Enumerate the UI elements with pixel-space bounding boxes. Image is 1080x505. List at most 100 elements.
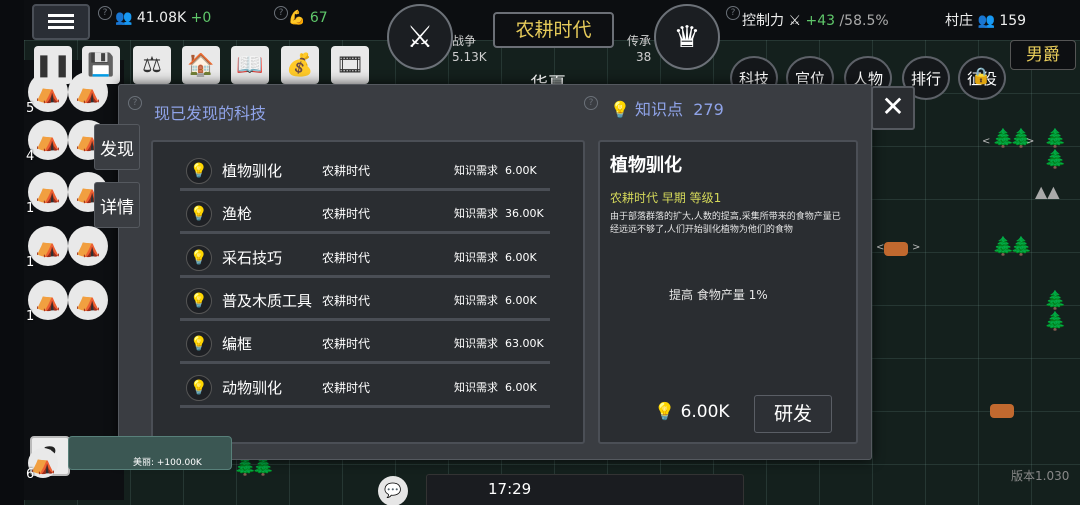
tech-requirement: 知识需求 6.00K bbox=[454, 294, 537, 307]
tent-tile[interactable]: ⛺ bbox=[68, 226, 108, 266]
mountain-icon[interactable]: ▲▲ bbox=[1035, 182, 1060, 201]
war-icon[interactable]: ⚔ bbox=[387, 4, 453, 70]
tech-row[interactable]: 💡 植物驯化 农耕时代 知识需求 6.00K bbox=[180, 150, 550, 191]
strength-icon: 💪 bbox=[288, 10, 306, 26]
detail-subtitle: 农耕时代 早期 等级1 bbox=[610, 191, 722, 205]
divider bbox=[180, 361, 550, 364]
tent-tile[interactable]: ⛺ 1 bbox=[26, 172, 68, 216]
tech-row[interactable]: 💡 普及木质工具 农耕时代 知识需求 6.00K bbox=[180, 280, 550, 321]
forest-icon[interactable]: 🌲🌲 bbox=[1044, 290, 1080, 332]
book-icon[interactable]: 📖 bbox=[231, 46, 269, 84]
panel-title: 现已发现的科技 bbox=[154, 104, 267, 123]
tech-name: 植物驯化 bbox=[222, 162, 283, 180]
help-icon[interactable]: ? bbox=[98, 6, 112, 20]
cattle-icon[interactable] bbox=[990, 404, 1014, 418]
inherit-value: 38 bbox=[636, 50, 652, 64]
tech-name: 动物驯化 bbox=[222, 379, 283, 397]
tech-row[interactable]: 💡 采石技巧 农耕时代 知识需求 6.00K bbox=[180, 237, 550, 278]
divider bbox=[180, 188, 550, 191]
scales-icon[interactable]: ⚖ bbox=[133, 46, 171, 84]
bulb-icon: 💡 bbox=[186, 245, 212, 271]
swords-icon: ⚔ bbox=[788, 13, 802, 29]
era-title: 农耕时代 bbox=[493, 12, 614, 48]
film-icon[interactable]: 🎞 bbox=[331, 46, 369, 84]
help-icon[interactable]: ? bbox=[128, 96, 142, 110]
cattle-icon[interactable] bbox=[884, 242, 908, 256]
tech-name: 渔枪 bbox=[222, 205, 253, 223]
tent-tile[interactable]: ⛺ bbox=[68, 280, 108, 320]
strength-stat: 💪 67 bbox=[288, 10, 328, 26]
war-value: 5.13K bbox=[452, 50, 487, 64]
help-icon[interactable]: ? bbox=[726, 6, 740, 20]
tech-row[interactable]: 💡 动物驯化 农耕时代 知识需求 6.00K bbox=[180, 367, 550, 408]
divider bbox=[180, 318, 550, 321]
knowledge-points: 💡 知识点 279 bbox=[610, 100, 724, 119]
rank-badge: 男爵 bbox=[1010, 40, 1076, 70]
detail-effect: 提高 食物产量 1% bbox=[669, 288, 768, 302]
bulb-icon: 💡 bbox=[186, 201, 212, 227]
population-delta: +0 bbox=[190, 10, 212, 26]
forest-icon[interactable]: 🌲🌲 bbox=[992, 236, 1033, 257]
money-bag-icon[interactable]: 💰 bbox=[281, 46, 319, 84]
close-icon: ✕ bbox=[881, 90, 905, 123]
chevron-right-icon: > bbox=[912, 242, 921, 253]
tech-name: 普及木质工具 bbox=[222, 292, 313, 310]
divider bbox=[180, 405, 550, 408]
village-stat: 村庄 👥 159 bbox=[945, 10, 1026, 30]
chat-icon[interactable]: 💬 bbox=[378, 476, 408, 505]
tech-row[interactable]: 💡 编框 农耕时代 知识需求 63.00K bbox=[180, 323, 550, 364]
notification-bar[interactable]: 美丽: +100.00K bbox=[68, 436, 232, 470]
tent-tile[interactable]: ⛺ 1 bbox=[26, 226, 68, 270]
control-delta: +43 bbox=[805, 13, 836, 29]
bulb-icon: 💡 bbox=[186, 158, 212, 184]
save-icon[interactable]: 💾 bbox=[82, 46, 120, 84]
village-label: 村庄 bbox=[945, 13, 973, 29]
control-percent: /58.5% bbox=[839, 13, 889, 29]
forest-icon[interactable]: 🌲🌲 bbox=[992, 128, 1033, 149]
chevron-left-icon: < bbox=[876, 242, 885, 253]
tent-tile[interactable]: ⛺ 4 bbox=[26, 120, 68, 164]
population-value: 41.08K bbox=[136, 10, 187, 26]
tech-name: 编框 bbox=[222, 335, 253, 353]
chevron-left-icon: < bbox=[982, 136, 991, 147]
menu-button[interactable] bbox=[32, 4, 90, 40]
pause-button[interactable]: ❚❚ bbox=[34, 46, 72, 84]
bulb-icon: 💡 bbox=[186, 331, 212, 357]
research-button[interactable]: 研发 bbox=[754, 395, 832, 433]
people-icon: 👥 bbox=[977, 13, 995, 29]
help-icon[interactable]: ? bbox=[274, 6, 288, 20]
detail-description: 由于部落群落的扩大,人数的提高,采集所带来的食物产量已经远远不够了,人们开始驯化… bbox=[610, 212, 841, 235]
war-label: 战争 bbox=[452, 34, 477, 48]
tech-requirement: 知识需求 36.00K bbox=[454, 207, 544, 220]
bulb-icon: 💡 bbox=[186, 288, 212, 314]
close-button[interactable]: ✕ bbox=[871, 86, 915, 130]
tech-row[interactable]: 💡 渔枪 农耕时代 知识需求 36.00K bbox=[180, 193, 550, 234]
divider bbox=[180, 275, 550, 278]
crown-icon[interactable]: ♛ bbox=[654, 4, 720, 70]
bulb-icon: 💡 bbox=[186, 375, 212, 401]
tech-name: 采石技巧 bbox=[222, 249, 283, 267]
tech-era: 农耕时代 bbox=[322, 207, 371, 221]
inherit-label: 传承 bbox=[627, 34, 652, 48]
version-label: 版本1.030 bbox=[1011, 469, 1070, 483]
tech-era: 农耕时代 bbox=[322, 251, 371, 265]
help-icon[interactable]: ? bbox=[584, 96, 598, 110]
strength-value: 67 bbox=[309, 10, 328, 26]
chevron-right-icon: > bbox=[1026, 136, 1035, 147]
divider bbox=[180, 231, 550, 234]
forest-icon[interactable]: 🌲🌲 bbox=[1044, 128, 1080, 170]
tent-tile[interactable]: ⛺ 1 bbox=[26, 280, 68, 324]
bulb-icon: 💡 bbox=[610, 100, 630, 119]
tab-discover[interactable]: 发现 bbox=[94, 124, 140, 170]
bottom-bar bbox=[426, 474, 744, 505]
tech-era: 农耕时代 bbox=[322, 294, 371, 308]
tab-detail[interactable]: 详情 bbox=[94, 182, 140, 228]
market-icon[interactable]: 🏠 bbox=[182, 46, 220, 84]
population-stat: 👥 41.08K +0 bbox=[115, 10, 211, 26]
bulb-icon: 💡 bbox=[654, 402, 676, 422]
game-clock: 17:29 bbox=[488, 480, 532, 498]
population-icon: 👥 bbox=[115, 10, 133, 26]
tech-requirement: 知识需求 6.00K bbox=[454, 381, 537, 394]
tent-tile[interactable]: ⛺ 6 bbox=[26, 448, 58, 482]
game-screen: ⛺ 5 ⛺ ⛺ 4 ⛺ ⛺ 1 ⛺ ⛺ 1 ⛺ ⛺ 1 ⛺ 🌲🌲 🌲🌲 🌲🌲 🌲🌲 🌲🌲 … bbox=[0, 0, 1080, 505]
